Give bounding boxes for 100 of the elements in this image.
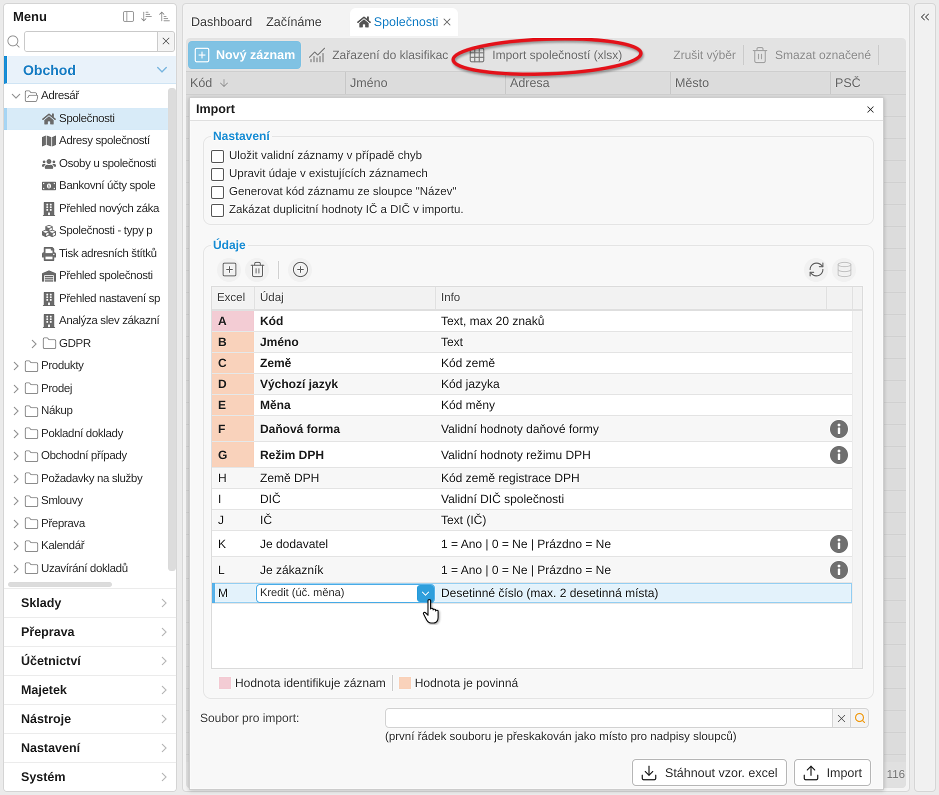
tree-item[interactable]: Osoby u společnosti <box>4 152 168 175</box>
checkbox-label[interactable]: Uložit validní záznamy v případě chyb <box>229 150 422 162</box>
scrollbar[interactable] <box>168 88 176 571</box>
table-row[interactable]: L Je zákazník 1 = Ano | 0 = Ne | Prázdno = Ne <box>212 557 852 583</box>
column-header[interactable]: Město <box>670 72 830 94</box>
table-row[interactable]: J IČ Text (IČ) <box>212 510 852 531</box>
tree-item[interactable]: Uzavírání dokladů <box>4 558 168 580</box>
clear-button[interactable] <box>158 30 175 52</box>
tree-item[interactable]: Prodej <box>4 378 168 400</box>
table-cell-text: Kód země <box>440 355 496 372</box>
tree-item[interactable]: Požadavky na služby <box>4 468 168 490</box>
info-icon[interactable] <box>830 420 848 438</box>
section-header[interactable]: Obchod <box>4 56 176 84</box>
column-header[interactable]: Jméno <box>345 72 505 94</box>
checkbox[interactable] <box>211 150 224 162</box>
table-cell-text: DIČ <box>259 491 282 508</box>
checkbox[interactable] <box>211 168 224 180</box>
column-header[interactable]: Údaj <box>254 287 435 309</box>
table-row[interactable]: E Měna Kód měny <box>212 395 852 416</box>
table-cell-text: Validní DIČ společnosti <box>440 491 566 508</box>
tree-item[interactable]: Pokladní doklady <box>4 422 168 445</box>
chevron-right-icon[interactable] <box>12 451 18 462</box>
chevron-right-icon[interactable] <box>12 496 18 506</box>
chevron-right-icon[interactable] <box>12 541 18 552</box>
tree-item[interactable]: Adresář <box>4 85 168 108</box>
close-button[interactable] <box>865 104 876 114</box>
chevron-down-icon[interactable] <box>10 93 20 100</box>
checkbox[interactable] <box>211 204 224 216</box>
table-cell-text: K <box>217 536 228 552</box>
toolbar-button[interactable]: Zařazení do klasifikac <box>304 40 452 68</box>
chevron-right-icon[interactable] <box>12 564 18 574</box>
refresh-button[interactable] <box>804 258 828 282</box>
table-cell-text: Daňová forma <box>259 420 342 438</box>
section-header[interactable]: Systém <box>4 762 176 791</box>
dropdown-button[interactable] <box>417 584 434 602</box>
checkbox-label[interactable]: Zakázat duplicitní hodnoty IČ a DIČ v importu. <box>229 204 464 216</box>
column-header[interactable]: Kód <box>186 72 345 94</box>
record-count: 116 <box>886 769 905 781</box>
table-row[interactable]: C Země Kód země <box>212 353 852 374</box>
clear-button[interactable] <box>833 708 851 728</box>
legend-label: Hodnota identifikuje záznam <box>235 676 386 690</box>
tree-item[interactable]: Adresy společností <box>4 130 168 152</box>
column-header[interactable]: Info <box>435 287 826 309</box>
tab[interactable]: Společnosti <box>350 8 458 36</box>
trash-button[interactable] <box>245 258 269 282</box>
tree-item[interactable]: Smlouvy <box>4 490 168 512</box>
chevron-right-icon[interactable] <box>12 384 18 394</box>
table-row[interactable]: B Jméno Text <box>212 332 852 353</box>
import-button[interactable]: Import <box>794 759 871 786</box>
tree-item[interactable]: Nákup <box>4 400 168 422</box>
column-header[interactable]: Excel <box>212 287 254 309</box>
tab[interactable]: Začínáme <box>260 8 328 36</box>
search-button[interactable] <box>851 708 869 728</box>
tree-item[interactable]: Analýza slev zákazní <box>4 310 168 332</box>
table-row[interactable]: H Země DPH Kód země registrace DPH <box>212 468 852 489</box>
plus-circle-button[interactable] <box>288 258 312 282</box>
tree-item[interactable]: Přehled nových záka <box>4 198 168 220</box>
warehouse-icon <box>42 269 56 284</box>
chevron-right-icon[interactable] <box>30 338 36 349</box>
chevron-right-icon[interactable] <box>12 406 18 416</box>
download-button[interactable]: Stáhnout vzor. excel <box>632 759 787 786</box>
info-icon[interactable] <box>830 560 848 578</box>
chevron-right-icon[interactable] <box>12 474 18 484</box>
chevron-right-icon[interactable] <box>12 428 18 439</box>
chevron-right-icon[interactable] <box>12 518 18 529</box>
info-icon[interactable] <box>830 446 848 464</box>
tree-item[interactable]: Přehled společnosti <box>4 265 168 288</box>
panel-icon[interactable] <box>122 10 135 23</box>
tree-item[interactable]: Bankovní účty spole <box>4 175 168 198</box>
checkbox-label[interactable]: Upravit údaje v existujících záznamech <box>229 168 428 180</box>
info-icon[interactable] <box>830 534 848 552</box>
table-cell-text: Výchozí jazyk <box>259 376 340 393</box>
column-header[interactable]: Adresa <box>505 72 670 94</box>
tree-item[interactable]: Přeprava <box>4 512 168 535</box>
tree-item[interactable]: Produkty <box>4 355 168 378</box>
search-field[interactable] <box>24 30 158 52</box>
tree-item[interactable]: Přehled nastavení sp <box>4 288 168 310</box>
close-icon[interactable] <box>441 16 454 28</box>
tree-item[interactable]: Společnosti - typy p <box>4 220 168 242</box>
table-cell-text: Je dodavatel <box>259 536 330 552</box>
checkbox-label[interactable]: Generovat kód záznamu ze sloupce "Název" <box>229 186 456 198</box>
table-row[interactable]: A Kód Text, max 20 znaků <box>212 311 852 332</box>
sort-down-icon[interactable] <box>140 10 153 23</box>
table-row[interactable]: D Výchozí jazyk Kód jazyka <box>212 374 852 395</box>
chevron-right-icon[interactable] <box>12 361 18 372</box>
checkbox[interactable] <box>211 186 224 198</box>
column-header[interactable]: PSČ <box>830 72 906 94</box>
table-cell-text: Validní hodnoty režimu DPH <box>440 446 592 464</box>
table-row[interactable]: G Režim DPH Validní hodnoty režimu DPH <box>212 442 852 468</box>
sort-up-icon[interactable] <box>158 10 171 23</box>
tab[interactable]: Dashboard <box>185 8 258 36</box>
tree-item[interactable]: Tisk adresních štítků <box>4 242 168 265</box>
table-row[interactable]: F Daňová forma Validní hodnoty daňové formy <box>212 416 852 442</box>
scrollbar[interactable] <box>8 582 112 587</box>
tree-item[interactable]: Společnosti <box>4 108 168 130</box>
tree-item[interactable]: GDPR <box>4 332 168 355</box>
file-input-field[interactable] <box>385 708 833 728</box>
tree-item[interactable]: Kalendář <box>4 535 168 558</box>
tree-item[interactable]: Obchodní případy <box>4 445 168 468</box>
plus-square-button[interactable] <box>217 258 241 282</box>
